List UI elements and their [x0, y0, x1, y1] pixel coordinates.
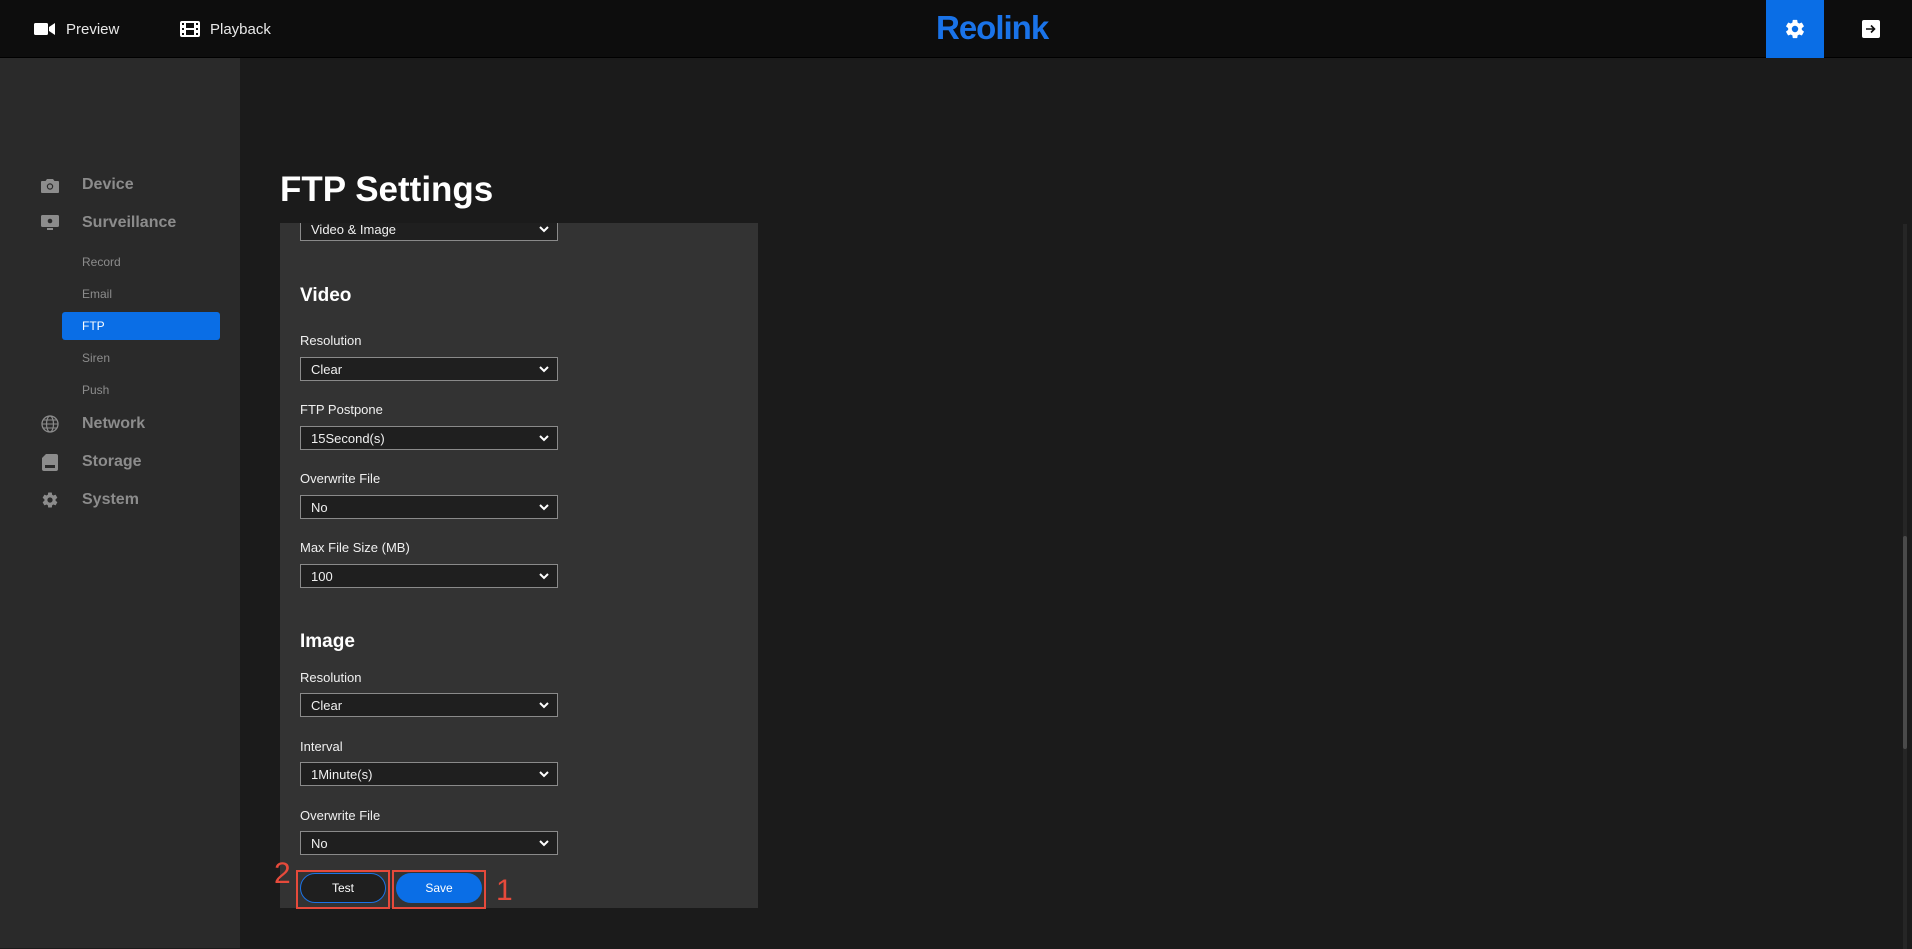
sidebar-item-label: Surveillance — [82, 214, 177, 231]
camera-icon — [40, 175, 60, 195]
sidebar-item-device[interactable]: Device — [40, 173, 134, 197]
upload-type-value: Video & Image — [311, 223, 397, 237]
sidebar-item-label: Storage — [82, 453, 142, 470]
annotation-marker-2: 2 — [274, 857, 291, 890]
reolink-logo: Reolink — [936, 9, 1049, 46]
video-resolution-label: Resolution — [300, 333, 362, 348]
video-camera-icon — [34, 23, 55, 35]
ftp-postpone-label: FTP Postpone — [300, 402, 383, 417]
ftp-postpone-select[interactable]: 15Second(s) — [300, 426, 558, 450]
logout-icon — [1862, 20, 1880, 38]
interval-value: 1Minute(s) — [311, 766, 373, 782]
video-overwrite-label: Overwrite File — [300, 471, 381, 486]
sidebar-item-system[interactable]: System — [40, 488, 139, 512]
video-overwrite-value: No — [311, 499, 328, 515]
upload-type-select[interactable]: Video & Image — [300, 223, 558, 241]
chevron-down-icon — [539, 504, 549, 511]
sidebar-item-label: System — [82, 491, 139, 508]
globe-icon — [40, 414, 60, 434]
logout-button[interactable] — [1842, 0, 1900, 58]
storage-icon — [40, 452, 60, 472]
image-overwrite-select[interactable]: No — [300, 831, 558, 855]
chevron-down-icon — [539, 226, 549, 233]
top-bar: Preview Playback Reolink — [0, 0, 1912, 58]
chevron-down-icon — [539, 702, 549, 709]
ftp-settings-panel: Video & Image Video Resolution Clear FTP… — [280, 223, 758, 908]
chevron-down-icon — [539, 435, 549, 442]
playback-label: Playback — [210, 20, 271, 38]
scrollbar-thumb[interactable] — [1903, 536, 1907, 749]
image-section-title: Image — [300, 631, 355, 652]
interval-label: Interval — [300, 739, 343, 754]
sidebar-item-ftp[interactable]: FTP — [62, 312, 220, 340]
sidebar-item-record[interactable]: Record — [62, 248, 220, 276]
annotation-marker-1: 1 — [496, 874, 513, 907]
sidebar-item-label: Network — [82, 415, 146, 432]
video-section-title: Video — [300, 285, 352, 306]
film-icon — [180, 21, 200, 37]
max-file-size-label: Max File Size (MB) — [300, 540, 410, 555]
page-title: FTP Settings — [280, 170, 494, 209]
chevron-down-icon — [539, 771, 549, 778]
chevron-down-icon — [539, 573, 549, 580]
ftp-postpone-value: 15Second(s) — [311, 430, 385, 446]
image-overwrite-label: Overwrite File — [300, 808, 381, 823]
save-highlight-box — [392, 870, 486, 909]
image-overwrite-value: No — [311, 835, 328, 851]
gear-icon — [1786, 19, 1804, 39]
settings-button[interactable] — [1766, 0, 1824, 58]
page-scrollbar[interactable] — [1903, 224, 1907, 949]
sidebar-item-network[interactable]: Network — [40, 412, 145, 436]
sidebar-item-surveillance[interactable]: Surveillance — [40, 211, 176, 235]
chevron-down-icon — [539, 366, 549, 373]
video-overwrite-select[interactable]: No — [300, 495, 558, 519]
max-file-size-value: 100 — [311, 568, 333, 584]
image-resolution-value: Clear — [311, 697, 343, 713]
preview-nav[interactable]: Preview — [34, 0, 119, 58]
sidebar-item-siren[interactable]: Siren — [62, 344, 220, 372]
max-file-size-select[interactable]: 100 — [300, 564, 558, 588]
sidebar-item-label: Device — [82, 176, 134, 193]
test-highlight-box — [296, 870, 390, 909]
interval-select[interactable]: 1Minute(s) — [300, 762, 558, 786]
monitor-icon — [40, 213, 60, 233]
video-resolution-select[interactable]: Clear — [300, 357, 558, 381]
chevron-down-icon — [539, 840, 549, 847]
video-resolution-value: Clear — [311, 361, 343, 377]
image-resolution-label: Resolution — [300, 670, 362, 685]
sidebar-item-storage[interactable]: Storage — [40, 450, 142, 474]
gear-icon — [40, 490, 60, 510]
sidebar-item-email[interactable]: Email — [62, 280, 220, 308]
preview-label: Preview — [66, 20, 120, 38]
sidebar-item-push[interactable]: Push — [62, 376, 220, 404]
playback-nav[interactable]: Playback — [180, 0, 271, 58]
image-resolution-select[interactable]: Clear — [300, 693, 558, 717]
